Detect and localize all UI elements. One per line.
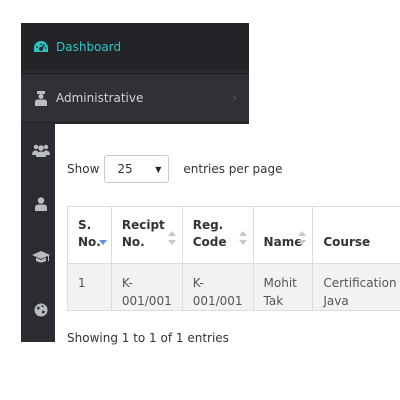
cell-reg-code: K-001/001 bbox=[181, 263, 254, 311]
header-line: Code bbox=[192, 235, 227, 249]
graduation-cap-icon[interactable] bbox=[32, 248, 50, 266]
header-line: Course bbox=[323, 235, 371, 249]
column-header-course[interactable]: Course bbox=[312, 206, 400, 264]
records-table: S. No. Recipt No. Reg. Code Name Course … bbox=[67, 206, 400, 311]
header-line: No. bbox=[78, 235, 101, 249]
globe-icon[interactable] bbox=[32, 301, 50, 319]
show-label: Show bbox=[67, 162, 100, 176]
page-length-value: 25 bbox=[117, 162, 133, 176]
cell-recipt-no: K-001/001 bbox=[110, 263, 183, 311]
sort-icon[interactable] bbox=[298, 231, 307, 245]
chevron-right-icon: › bbox=[232, 91, 237, 105]
column-header-name[interactable]: Name bbox=[252, 206, 314, 264]
dashboard-icon bbox=[32, 38, 50, 56]
page-length-select[interactable]: 25 ▼ bbox=[104, 155, 170, 183]
sidebar-item-label: Administrative bbox=[56, 91, 144, 105]
column-header-sno[interactable]: S. No. bbox=[67, 206, 112, 264]
cell-sno: 1 bbox=[67, 263, 112, 311]
course-line: Java bbox=[323, 294, 349, 308]
name-line: Tak bbox=[263, 294, 284, 308]
table-header-row: S. No. Recipt No. Reg. Code Name Course bbox=[67, 206, 400, 264]
sort-icon[interactable] bbox=[167, 231, 176, 245]
screen: Dashboard Administrative › Show 25 ▼ ent… bbox=[0, 0, 400, 400]
users-icon[interactable] bbox=[32, 141, 50, 159]
sidebar-item-dashboard[interactable]: Dashboard bbox=[21, 23, 249, 70]
cell-course: Certification Java bbox=[312, 263, 400, 311]
header-line: Reg. bbox=[192, 218, 224, 232]
column-header-reg-code[interactable]: Reg. Code bbox=[181, 206, 254, 264]
header-line: No. bbox=[121, 235, 145, 249]
sidebar-item-administrative[interactable]: Administrative › bbox=[21, 73, 249, 123]
caret-down-icon: ▼ bbox=[155, 165, 162, 174]
header-line: Name bbox=[263, 235, 303, 249]
course-line: Certification bbox=[323, 276, 397, 290]
name-line: Mohit bbox=[263, 276, 297, 290]
header-line: Recipt bbox=[121, 218, 165, 232]
sort-desc-icon[interactable] bbox=[98, 231, 107, 245]
column-header-recipt-no[interactable]: Recipt No. bbox=[110, 206, 183, 264]
sidebar-item-label: Dashboard bbox=[56, 39, 122, 54]
table-info: Showing 1 to 1 of 1 entries bbox=[67, 331, 229, 345]
cell-name: Mohit Tak bbox=[252, 263, 314, 311]
admin-icon bbox=[32, 89, 50, 107]
user-icon[interactable] bbox=[32, 195, 50, 213]
table-row[interactable]: 1 K-001/001 K-001/001 Mohit Tak Certific… bbox=[67, 263, 400, 311]
sort-icon[interactable] bbox=[238, 231, 247, 245]
datatable-panel: Show 25 ▼ entries per page S. No. Recipt… bbox=[55, 124, 400, 400]
header-line: S. bbox=[78, 218, 92, 232]
entries-per-page-label: entries per page bbox=[183, 162, 283, 176]
page-length-control: Show 25 ▼ entries per page bbox=[67, 154, 283, 184]
